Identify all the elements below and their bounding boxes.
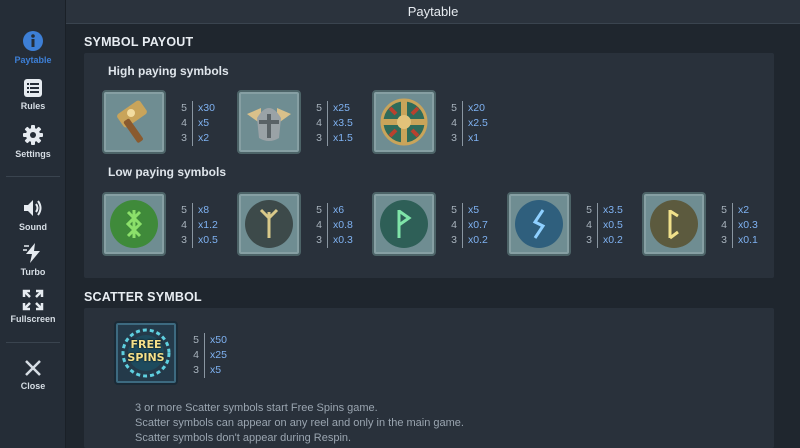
sidebar-item-label: Close — [20, 381, 46, 391]
sidebar-item-close[interactable]: Close — [0, 358, 66, 391]
sidebar-item-label: Settings — [15, 149, 51, 159]
rune-green-icon — [125, 210, 143, 238]
rune-olive-icon — [668, 209, 679, 240]
scatter-symbol-title: SCATTER SYMBOL — [84, 290, 202, 304]
rune-dark-symbol — [237, 192, 301, 256]
paytable-content[interactable]: SYMBOL PAYOUT High paying symbols 5 x30 4… — [66, 24, 800, 448]
rune-green-symbol — [102, 192, 166, 256]
rune-teal-symbol — [372, 192, 436, 256]
low-paying-title: Low paying symbols — [108, 165, 227, 179]
helmet-icon — [247, 108, 291, 141]
scatter-desc-2: Scatter symbols can appear on any reel a… — [135, 417, 464, 429]
hammer-symbol — [102, 90, 166, 154]
scatter-pays: 5 x50 4 x25 3 x5 — [193, 333, 227, 378]
free-spins-badge-text: FREE SPINS — [127, 338, 165, 364]
header-bar: Paytable — [66, 0, 800, 24]
rune-dark-pays: 5 x6 4 x0.8 3 x0.3 — [316, 203, 353, 248]
fullscreen-icon — [22, 289, 44, 311]
rune-olive-pays: 5 x2 4 x0.3 3 x0.1 — [721, 203, 758, 248]
gear-icon — [22, 124, 44, 146]
scatter-panel: FREE SPINS 5 x50 4 x25 3 x5 3 or more Scatt… — [84, 308, 774, 448]
shield-icon — [380, 98, 428, 146]
sidebar-item-settings[interactable]: Settings — [0, 124, 66, 159]
scatter-desc-3: Scatter symbols don't appear during Resp… — [135, 432, 352, 444]
sidebar-divider — [6, 176, 60, 177]
info-icon — [22, 30, 44, 52]
sidebar-item-label: Rules — [20, 101, 46, 111]
sidebar-divider — [6, 342, 60, 343]
scatter-desc-1: 3 or more Scatter symbols start Free Spi… — [135, 402, 378, 414]
sidebar-item-turbo[interactable]: Turbo — [0, 242, 66, 277]
sidebar-item-label: Sound — [19, 222, 47, 232]
rune-teal-pays: 5 x5 4 x0.7 3 x0.2 — [451, 203, 488, 248]
close-icon — [23, 358, 43, 378]
turbo-icon — [22, 242, 44, 264]
sidebar-item-paytable[interactable]: Paytable — [0, 30, 66, 65]
rune-blue-symbol — [507, 192, 571, 256]
sidebar-item-label: Fullscreen — [10, 314, 56, 324]
list-icon — [23, 78, 43, 98]
rune-teal-icon — [397, 209, 412, 238]
rune-green-pays: 5 x8 4 x1.2 3 x0.5 — [181, 203, 218, 248]
page-title: Paytable — [407, 4, 459, 19]
sidebar-item-sound[interactable]: Sound — [0, 197, 66, 232]
symbol-payout-panel: High paying symbols 5 x30 4 x5 3 x2 5 x2… — [84, 53, 774, 278]
sidebar-item-fullscreen[interactable]: Fullscreen — [0, 289, 66, 324]
free-spins-symbol: FREE SPINS — [114, 321, 178, 385]
sidebar-item-label: Paytable — [14, 55, 52, 65]
rune-blue-pays: 5 x3.5 4 x0.5 3 x0.2 — [586, 203, 623, 248]
shield-pays: 5 x20 4 x2.5 3 x1 — [451, 101, 488, 146]
speaker-icon — [22, 197, 44, 219]
symbol-payout-title: SYMBOL PAYOUT — [84, 35, 194, 49]
sidebar-item-label: Turbo — [20, 267, 46, 277]
hammer-pays: 5 x30 4 x5 3 x2 — [181, 101, 215, 146]
helmet-pays: 5 x25 4 x3.5 3 x1.5 — [316, 101, 353, 146]
sidebar: Paytable Rules Settings Sound Turbo Full… — [0, 0, 66, 448]
rune-olive-symbol — [642, 192, 706, 256]
shield-symbol — [372, 90, 436, 154]
high-paying-title: High paying symbols — [108, 64, 229, 78]
hammer-icon — [117, 100, 147, 143]
helmet-symbol — [237, 90, 301, 154]
rune-dark-icon — [259, 208, 279, 238]
rune-blue-icon — [532, 209, 546, 239]
sidebar-item-rules[interactable]: Rules — [0, 78, 66, 111]
